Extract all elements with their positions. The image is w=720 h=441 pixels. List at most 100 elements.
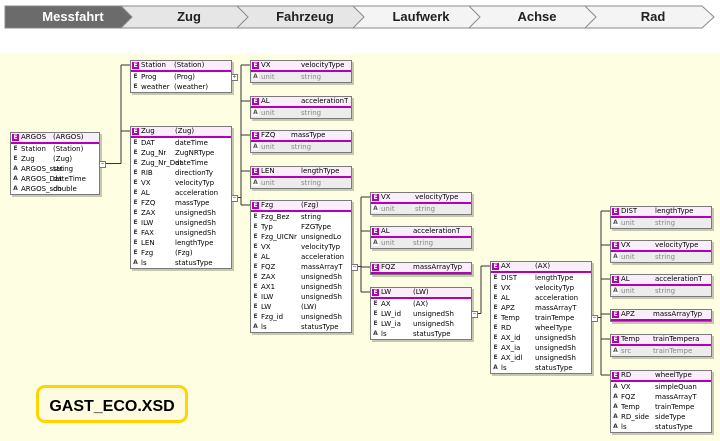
schema-row[interactable]: E VX velocityTyp <box>251 242 351 252</box>
schema-row[interactable]: Aunit string <box>251 178 351 188</box>
element-icon: E <box>252 253 259 260</box>
schema-element-dist[interactable]: E DIST lengthType Aunit string <box>610 206 712 229</box>
schema-element-al1[interactable]: E AL accelerationT Aunit string <box>250 96 352 119</box>
schema-element-vx2[interactable]: E VX velocityType Aunit string <box>370 192 472 215</box>
schema-row[interactable]: Aunit string <box>251 142 351 152</box>
schema-row[interactable]: E AX_idl unsignedSh <box>491 353 591 363</box>
schema-row[interactable]: E AL acceleration <box>131 188 231 198</box>
schema-element-fzg[interactable]: E Fzg (Fzg) E Fzg_Bez string E Typ FZGType E Fzg_U… <box>250 200 352 333</box>
collapse-toggle-icon[interactable]: − <box>99 160 106 168</box>
schema-row[interactable]: E Zug (Zug) <box>11 154 99 164</box>
schema-row[interactable]: E RD wheelType <box>491 323 591 333</box>
schema-row[interactable]: E APZ massArrayT <box>491 303 591 313</box>
row-name: RD_side <box>621 413 650 421</box>
schema-element-rd[interactable]: E RD wheelType A VX simpleQuan A FQZ massArrayT A… <box>610 370 712 433</box>
schema-row[interactable]: A RD_side sideType <box>611 412 711 422</box>
schema-row[interactable]: A VX simpleQuan <box>611 382 711 392</box>
schema-element-al3[interactable]: E AL accelerationT Aunit string <box>610 274 712 297</box>
schema-row[interactable]: E AX_id unsignedSh <box>491 333 591 343</box>
schema-row[interactable]: E Typ FZGType <box>251 222 351 232</box>
schema-row[interactable]: E FQZ massArrayT <box>251 262 351 272</box>
schema-element-len1[interactable]: E LEN lengthType Aunit string <box>250 166 352 189</box>
collapse-toggle-icon[interactable]: − <box>591 314 598 322</box>
schema-row[interactable]: E Zug_Nr ZugNRType <box>131 148 231 158</box>
row-name: ILW <box>141 219 154 227</box>
schema-row[interactable]: Aunit string <box>371 238 471 248</box>
schema-row[interactable]: E Fzg_id unsignedSh <box>251 312 351 322</box>
breadcrumb-step-zug[interactable]: Zug <box>120 5 252 29</box>
row-type: unsignedSh <box>175 209 216 217</box>
schema-row[interactable]: Aunit string <box>611 218 711 228</box>
schema-row[interactable]: E LW_id unsignedSh <box>371 309 471 319</box>
schema-element-lw[interactable]: E LW (LW) E AX (AX) E LW_id unsignedSh E LW_ia unsi… <box>370 287 472 340</box>
schema-element-fqz2[interactable]: E FQZ massArrayTyp <box>370 262 472 275</box>
schema-row[interactable]: Als statusType <box>491 363 591 373</box>
breadcrumb-step-achse[interactable]: Achse <box>468 5 600 29</box>
schema-row[interactable]: Aunit string <box>251 108 351 118</box>
schema-row[interactable]: E AL acceleration <box>251 252 351 262</box>
schema-row[interactable]: Als statusType <box>131 258 231 268</box>
schema-row[interactable]: E ZAX unsignedSh <box>251 272 351 282</box>
schema-row[interactable]: E LW (LW) <box>251 302 351 312</box>
schema-row[interactable]: E DAT dateTime <box>131 138 231 148</box>
schema-row[interactable]: E AX1 unsignedSh <box>251 282 351 292</box>
schema-row[interactable]: E Fzg_UICNr unsignedLo <box>251 232 351 242</box>
schema-element-station[interactable]: E Station (Station) E Prog (Prog) Eweather (wea… <box>130 60 232 93</box>
schema-row[interactable]: E LW_ia unsignedSh <box>371 319 471 329</box>
schema-row[interactable]: E Prog (Prog) <box>131 72 231 82</box>
schema-row[interactable]: E Station (Station) <box>11 144 99 154</box>
schema-row[interactable]: Als statusType <box>251 322 351 332</box>
schema-row[interactable]: E VX velocityTyp <box>491 283 591 293</box>
schema-row[interactable]: Als statusType <box>371 329 471 339</box>
schema-row[interactable]: E LEN lengthType <box>131 238 231 248</box>
schema-row[interactable]: E Zug_Nr_Dat dateTime <box>131 158 231 168</box>
schema-row[interactable]: E AX_ia unsignedSh <box>491 343 591 353</box>
schema-element-argos[interactable]: E ARGOS (ARGOS) E Station (Station) E Zug (Zug) A… <box>10 132 100 195</box>
schema-element-fzq1[interactable]: E FZQ massType Aunit string <box>250 130 352 153</box>
schema-row[interactable]: E AX (AX) <box>371 299 471 309</box>
schema-row[interactable]: A ARGOS_stat string <box>11 164 99 174</box>
schema-element-vx3[interactable]: E VX velocityType Aunit string <box>610 240 712 263</box>
schema-row[interactable]: E DIST lengthType <box>491 273 591 283</box>
schema-element-temp[interactable]: E Temp trainTempera Asrc trainTempe <box>610 334 712 357</box>
schema-row[interactable]: E RIB directionTy <box>131 168 231 178</box>
schema-element-zug[interactable]: E Zug (Zug) E DAT dateTime E Zug_Nr ZugNRType E Zu… <box>130 126 232 269</box>
schema-element-apz[interactable]: E APZ massArrayTyp <box>610 309 712 322</box>
schema-row[interactable]: E FZQ massType <box>131 198 231 208</box>
schema-row[interactable]: Eweather (weather) <box>131 82 231 92</box>
schema-element-vx1[interactable]: E VX velocityType Aunit string <box>250 60 352 83</box>
schema-row[interactable]: Aunit string <box>371 204 471 214</box>
schema-element-al2[interactable]: E AL accelerationT Aunit string <box>370 226 472 249</box>
element-name: Station <box>141 61 166 69</box>
schema-row[interactable]: Asrc trainTempe <box>611 346 711 356</box>
schema-row[interactable]: Aunit string <box>611 286 711 296</box>
collapse-toggle-icon[interactable]: − <box>471 310 478 318</box>
expand-toggle-icon[interactable]: + <box>231 73 238 81</box>
row-type: unsignedSh <box>535 354 576 362</box>
schema-row[interactable]: E VX velocityTyp <box>131 178 231 188</box>
schema-row[interactable]: A Temp trainTempe <box>611 402 711 412</box>
schema-row[interactable]: E FAX unsignedSh <box>131 228 231 238</box>
schema-row[interactable]: E Fzg (Fzg) <box>131 248 231 258</box>
schema-row[interactable]: Aunit string <box>611 252 711 262</box>
row-name: Typ <box>261 223 273 231</box>
schema-row[interactable]: E ZAX unsignedSh <box>131 208 231 218</box>
breadcrumb-step-laufwerk[interactable]: Laufwerk <box>352 5 484 29</box>
breadcrumb-step-messfahrt[interactable]: Messfahrt <box>4 5 136 29</box>
schema-row[interactable]: A ARGOS_sch double <box>11 184 99 194</box>
collapse-toggle-icon[interactable]: − <box>231 194 238 202</box>
schema-row[interactable]: Aunit string <box>251 72 351 82</box>
schema-row[interactable]: A FQZ massArrayT <box>611 392 711 402</box>
schema-row[interactable]: E Fzg_Bez string <box>251 212 351 222</box>
schema-row[interactable]: A ARGOS_Dat dateTime <box>11 174 99 184</box>
schema-row[interactable]: Als statusType <box>611 422 711 432</box>
schema-row[interactable]: E Temp trainTempe <box>491 313 591 323</box>
breadcrumb-step-rad[interactable]: Rad <box>584 5 716 29</box>
schema-row[interactable]: E AL acceleration <box>491 293 591 303</box>
row-type: trainTempe <box>535 314 575 322</box>
schema-element-ax[interactable]: E AX (AX) E DIST lengthType E VX velocityTyp E AL a… <box>490 261 592 374</box>
schema-row[interactable]: E ILW unsignedSh <box>131 218 231 228</box>
breadcrumb-step-fahrzeug[interactable]: Fahrzeug <box>236 5 368 29</box>
collapse-toggle-icon[interactable]: − <box>351 263 358 271</box>
schema-row[interactable]: E ILW unsignedSh <box>251 292 351 302</box>
